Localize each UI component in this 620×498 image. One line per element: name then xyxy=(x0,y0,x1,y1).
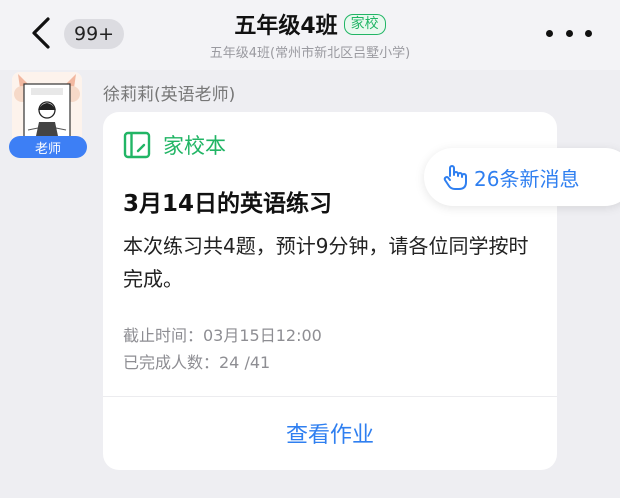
homework-description: 本次练习共4题，预计9分钟，请各位同学按时完成。 xyxy=(123,234,529,291)
view-homework-button[interactable]: 查看作业 xyxy=(103,397,557,469)
card-type-label: 家校本 xyxy=(163,134,226,158)
more-dots-icon xyxy=(546,29,553,37)
card-type-header: 家校本 xyxy=(123,130,226,160)
more-options-button[interactable] xyxy=(546,24,592,42)
unread-count-badge[interactable]: 99+ xyxy=(64,19,125,49)
chat-title-area[interactable]: 五年级4班 家校 五年级4班(常州市新北区吕墅小学) xyxy=(150,8,470,61)
chat-subtitle: 五年级4班(常州市新北区吕墅小学) xyxy=(209,46,411,61)
home-school-tag: 家校 xyxy=(343,13,386,35)
chevron-left-icon xyxy=(32,17,50,49)
avatar-illustration xyxy=(12,72,82,144)
top-nav-bar: 99+ 五年级4班 家校 五年级4班(常州市新北区吕墅小学) xyxy=(0,0,620,70)
sender-name: 徐莉莉(英语老师) xyxy=(103,85,236,105)
homework-title: 3月14日的英语练习 xyxy=(123,191,333,217)
notebook-icon xyxy=(123,131,151,159)
chat-title: 五年级4班 xyxy=(234,14,338,39)
more-dot xyxy=(585,29,592,37)
completion-count-text: 已完成人数：24 /41 xyxy=(123,353,271,372)
homework-meta: 截止时间：03月15日12:00 已完成人数：24 /41 xyxy=(123,322,322,376)
hand-pointer-icon xyxy=(443,165,467,190)
teacher-role-badge: 老师 xyxy=(9,136,87,158)
sender-avatar[interactable] xyxy=(12,72,82,144)
more-dot xyxy=(565,29,573,37)
deadline-text: 截止时间：03月15日12:00 xyxy=(123,326,322,345)
new-messages-label: 26条新消息 xyxy=(474,166,580,191)
back-button[interactable] xyxy=(24,14,58,52)
new-messages-button[interactable]: 26条新消息 xyxy=(424,148,620,206)
